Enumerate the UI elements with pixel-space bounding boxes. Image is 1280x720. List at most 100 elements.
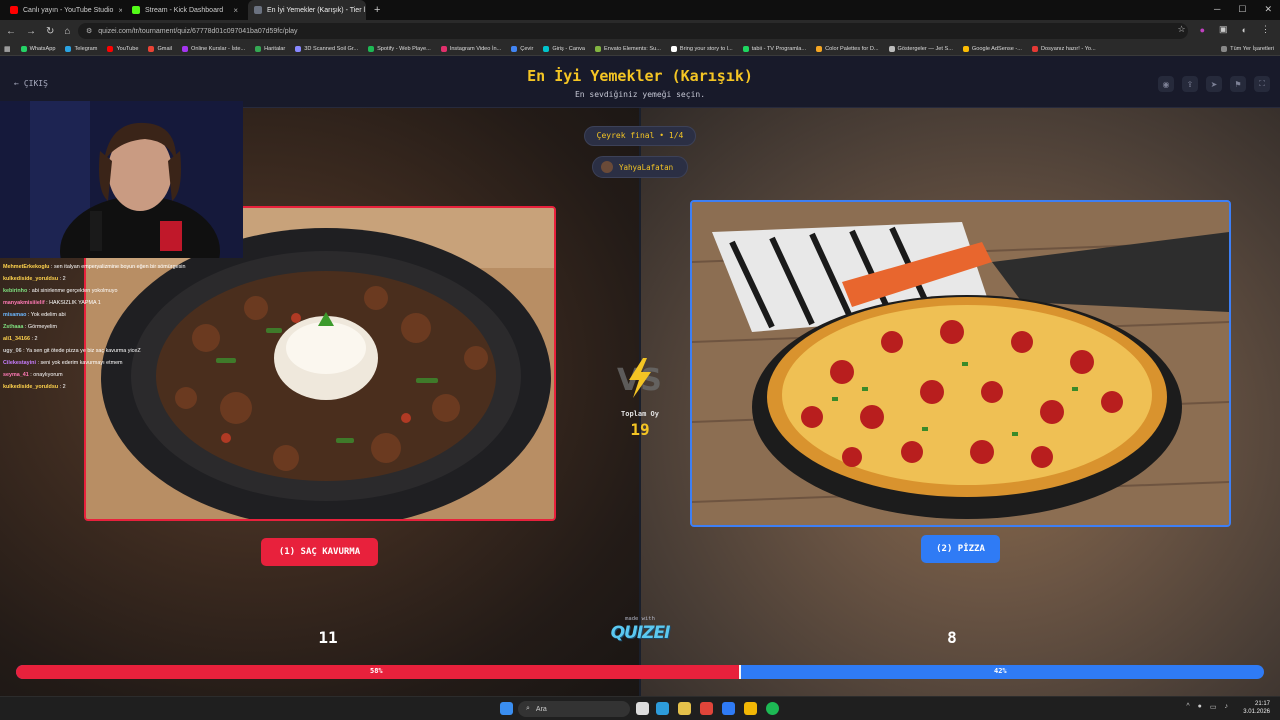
gauge-icon (888, 45, 895, 52)
chat-username[interactable]: manyakmisiiielif (3, 300, 45, 306)
bookmark-item[interactable]: Haritalar (255, 45, 285, 52)
chat-text: 2 (62, 276, 66, 282)
chat-username[interactable]: kulkedisíde_yoruldsu (3, 384, 58, 390)
tabii-icon (742, 45, 749, 52)
chat-message: ali1_34166 : 2 (0, 333, 240, 345)
task-view-icon[interactable] (636, 702, 649, 715)
bookmark-item[interactable]: Çevir (511, 45, 533, 52)
network-icon[interactable]: ▭ (1210, 703, 1217, 711)
chat-message: kulkedisíde_yoruldsu : 2 (0, 273, 240, 285)
all-bookmarks[interactable]: Tüm Yer İşaretleri (1221, 45, 1280, 52)
site-info-icon[interactable]: ⚙ (86, 27, 92, 35)
quizei-logo[interactable]: QUIZEI (600, 623, 680, 643)
profile-avatar-icon[interactable]: ◐ (1242, 25, 1247, 35)
bookmark-item[interactable]: 3D Scanned Soil Gr... (295, 45, 358, 52)
home-icon[interactable]: ⌂ (64, 26, 70, 37)
bookmark-item[interactable]: Online Kurslar - İste... (182, 45, 245, 52)
story-icon (670, 45, 677, 52)
choose-kavurma-button[interactable]: (1) SAÇ KAVURMA (261, 538, 378, 566)
quiz-page: ← ÇIKIŞ En İyi Yemekler (Karışık) En sev… (0, 56, 1280, 696)
chat-username[interactable]: Zsthaaa (3, 324, 23, 330)
close-icon[interactable]: × (118, 6, 122, 15)
minimize-icon[interactable]: ─ (1214, 4, 1220, 15)
bookmark-item[interactable]: Gmail (148, 45, 172, 52)
taskbar-search[interactable]: ⌕ Ara (518, 701, 630, 717)
new-tab-button[interactable]: + (374, 4, 380, 16)
spotify-icon[interactable] (766, 702, 779, 715)
youtube-icon (10, 6, 18, 14)
mic-icon[interactable]: ● (1198, 703, 1202, 711)
extensions-puzzle-icon[interactable]: ▣ (1219, 24, 1228, 35)
chat-username[interactable]: ugy_06 (3, 348, 22, 354)
bookmark-item[interactable]: Bring your story to l... (670, 45, 733, 52)
instagram-icon (440, 45, 447, 52)
choose-pizza-button[interactable]: (2) PİZZA (921, 535, 1000, 563)
chat-text: abi sinirlenme gerçekten yokolmuyo (31, 288, 118, 294)
chat-username[interactable]: kulkedisíde_yoruldsu (3, 276, 58, 282)
share-icon[interactable]: ⇪ (1182, 76, 1198, 92)
maximize-icon[interactable]: ☐ (1238, 4, 1246, 15)
vs-lightning-icon: VS (617, 358, 662, 398)
bookmark-item[interactable]: Spotify - Web Playe... (368, 45, 431, 52)
extension-icon[interactable]: ● (1200, 25, 1205, 35)
eye-icon[interactable]: ◉ (1158, 76, 1174, 92)
menu-dots-icon[interactable]: ⋮ (1261, 24, 1270, 35)
option-card-right[interactable] (690, 200, 1231, 527)
made-with-label: made with (625, 616, 655, 622)
bar-center-marker (739, 665, 741, 679)
bookmark-item[interactable]: Telegram (65, 45, 97, 52)
close-icon[interactable]: × (233, 6, 238, 15)
chat-username[interactable]: misamao (3, 312, 26, 318)
chat-text: sen italyan emperyalizmine boyun eğen bi… (53, 264, 186, 270)
chat-username[interactable]: ali1_34166 (3, 336, 30, 342)
volume-icon[interactable]: ♪ (1225, 703, 1229, 711)
vote-share-bar: 58% 42% (16, 665, 1264, 679)
reload-icon[interactable]: ↻ (46, 26, 54, 37)
taskbar-clock[interactable]: 21:17 3.01.2026 (1243, 700, 1270, 716)
adsense-icon (962, 45, 969, 52)
folder-icon (1221, 45, 1228, 52)
url-field[interactable]: ⚙ quizei.com/tr/tournament/quiz/67778d01… (78, 23, 1188, 39)
forward-arrow-icon[interactable]: → (26, 26, 36, 37)
windows-start-icon[interactable] (500, 702, 513, 715)
maps-icon (255, 45, 262, 52)
close-window-icon[interactable]: ✕ (1264, 4, 1272, 15)
kick-icon (132, 6, 140, 14)
bookmark-item[interactable]: WhatsApp (20, 45, 55, 52)
whatsapp-icon (20, 45, 27, 52)
bookmark-item[interactable]: Giriş - Canva (543, 45, 585, 52)
bookmark-item[interactable]: Instagram Video İn... (440, 45, 501, 52)
webcam-overlay (0, 101, 243, 306)
folder-icon[interactable] (744, 702, 757, 715)
author-badge[interactable]: YahyaLafatan (592, 156, 688, 178)
explorer-icon[interactable] (722, 702, 735, 715)
chrome-active-icon[interactable] (700, 702, 713, 715)
bookmark-item[interactable]: Envato Elements: Su... (594, 45, 661, 52)
chat-username[interactable]: seyma_41 (3, 372, 29, 378)
send-icon[interactable]: ➤ (1206, 76, 1222, 92)
fullscreen-icon[interactable]: ⛶ (1254, 76, 1270, 92)
bookmark-item[interactable]: Göstergeler — Jet S... (888, 45, 953, 52)
bookmark-item[interactable]: Color Palettes for D... (816, 45, 879, 52)
apps-grid-icon[interactable]: ▦ (4, 45, 11, 53)
chevron-up-icon[interactable]: ^ (1186, 703, 1189, 711)
bookmark-item[interactable]: tabii - TV Programla... (742, 45, 806, 52)
flag-icon[interactable]: ⚑ (1230, 76, 1246, 92)
browser-tab-kick[interactable]: Stream - Kick Dashboard × (126, 0, 244, 20)
chat-username[interactable]: MehmetErkekoglu (3, 264, 49, 270)
browser-tab-quizei[interactable]: En İyi Yemekler (Karışık) - Tier l × (248, 0, 366, 20)
chat-text: Görmeyelim (27, 324, 57, 330)
bookmark-item[interactable]: Google AdSense -... (962, 45, 1022, 52)
back-arrow-icon[interactable]: ← (6, 26, 16, 37)
browser-tab-youtube[interactable]: Canlı yayın - YouTube Studio × (4, 0, 122, 20)
url-text[interactable]: quizei.com/tr/tournament/quiz/67778d01c0… (98, 28, 297, 35)
left-percent: 58% (370, 667, 383, 675)
bookmark-item[interactable]: YouTube (107, 45, 138, 52)
window-controls: ─ ☐ ✕ (1214, 4, 1272, 15)
chat-username[interactable]: Cilekestayini (3, 360, 36, 366)
bookmark-star-icon[interactable]: ☆ (1178, 24, 1186, 35)
bookmark-item[interactable]: Dosyanız hazır! - Yo... (1031, 45, 1096, 52)
chrome-icon[interactable] (678, 702, 691, 715)
chat-username[interactable]: kebirinho (3, 288, 27, 294)
edge-icon[interactable] (656, 702, 669, 715)
